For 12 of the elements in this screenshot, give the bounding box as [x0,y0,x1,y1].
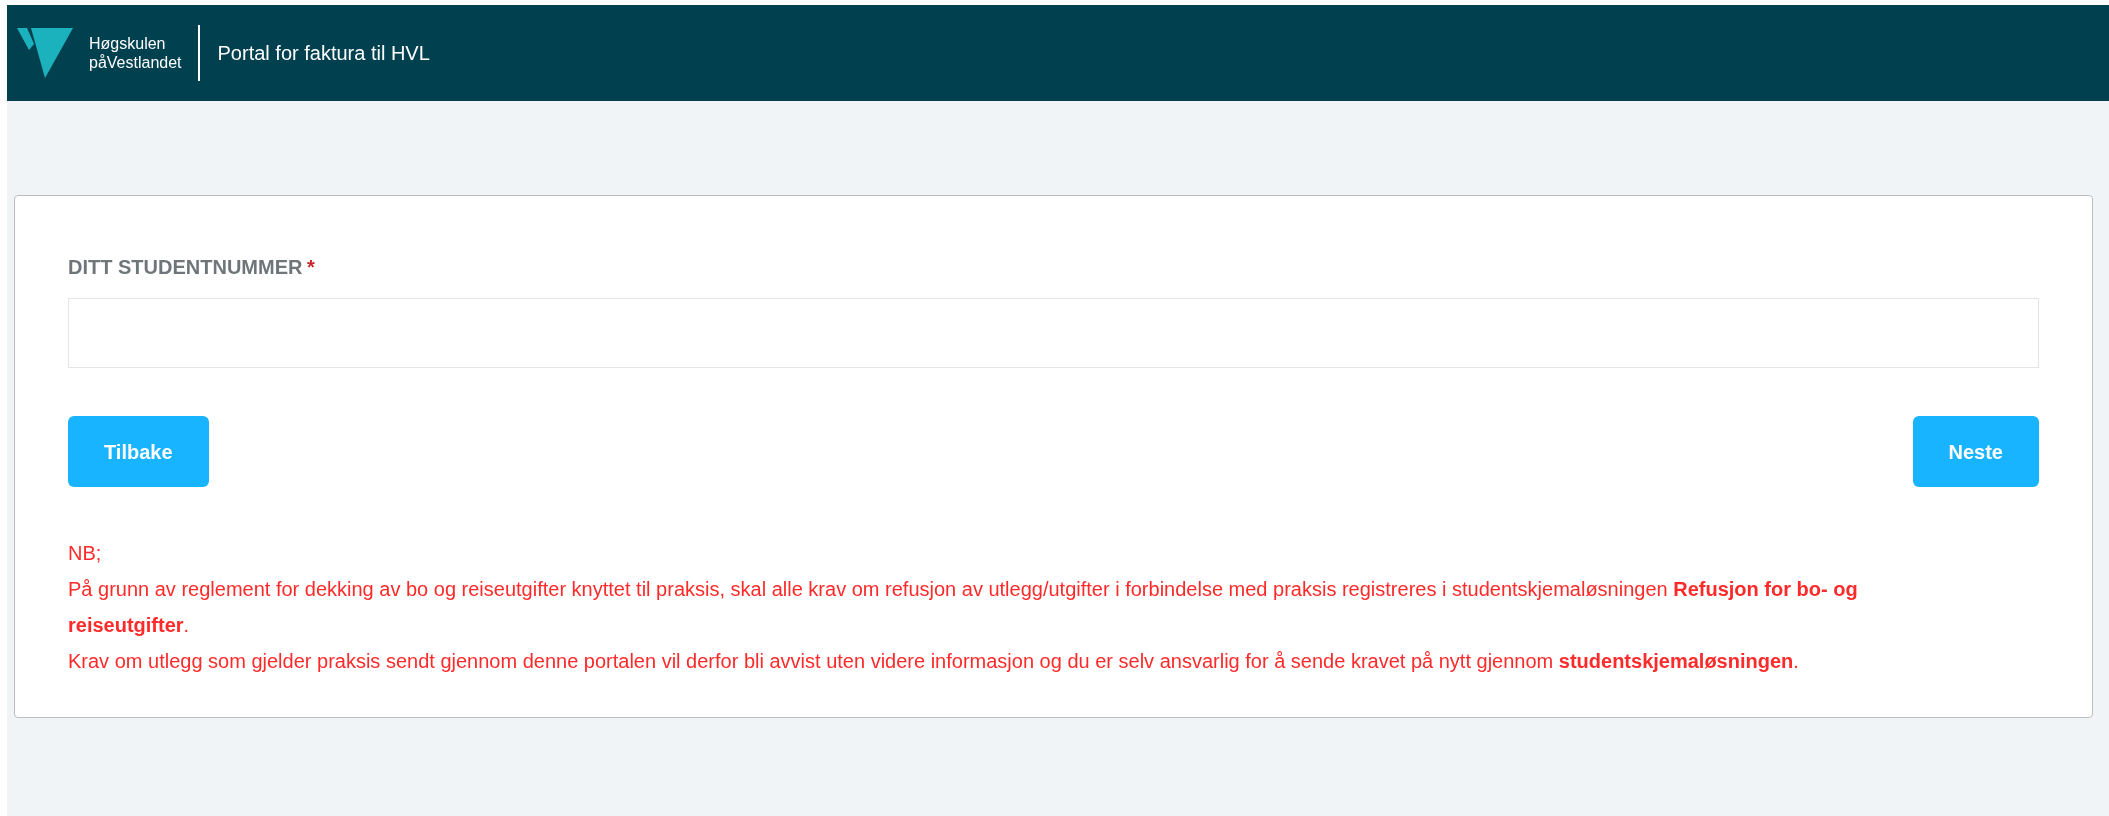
logo-text: påVestlandet [89,53,182,72]
back-button[interactable]: Tilbake [68,416,209,487]
notice-text: På grunn av reglement for dekking av bo og reiseutgifter knyttet til praksis, skal alle krav om refusjon av utlegg/utgifter i forbindelse med praksis registreres i studentskjemaløsningen Refusjon for bo- og reiseutgifter. [68,577,1859,638]
logo-text: Høgskulen [89,34,167,53]
required-mark: * [306,256,315,278]
next-button[interactable]: Neste [1912,416,2039,487]
logo-icon [17,28,73,78]
student-number-field[interactable] [68,298,2039,368]
notice-text: Krav om utlegg som gjelder praksis sendt gjennom denne portalen vil derfor bli avvist uten videre informasjon og du er selv ansvarlig for å sende kravet på nytt gjennom studentskjemaløsningen. [68,649,1800,674]
notice-text: NB; [68,541,103,566]
portal-title: Portal for faktura til HVL [217,41,430,66]
field-label: DITT STUDENTNUMMER [68,256,303,278]
